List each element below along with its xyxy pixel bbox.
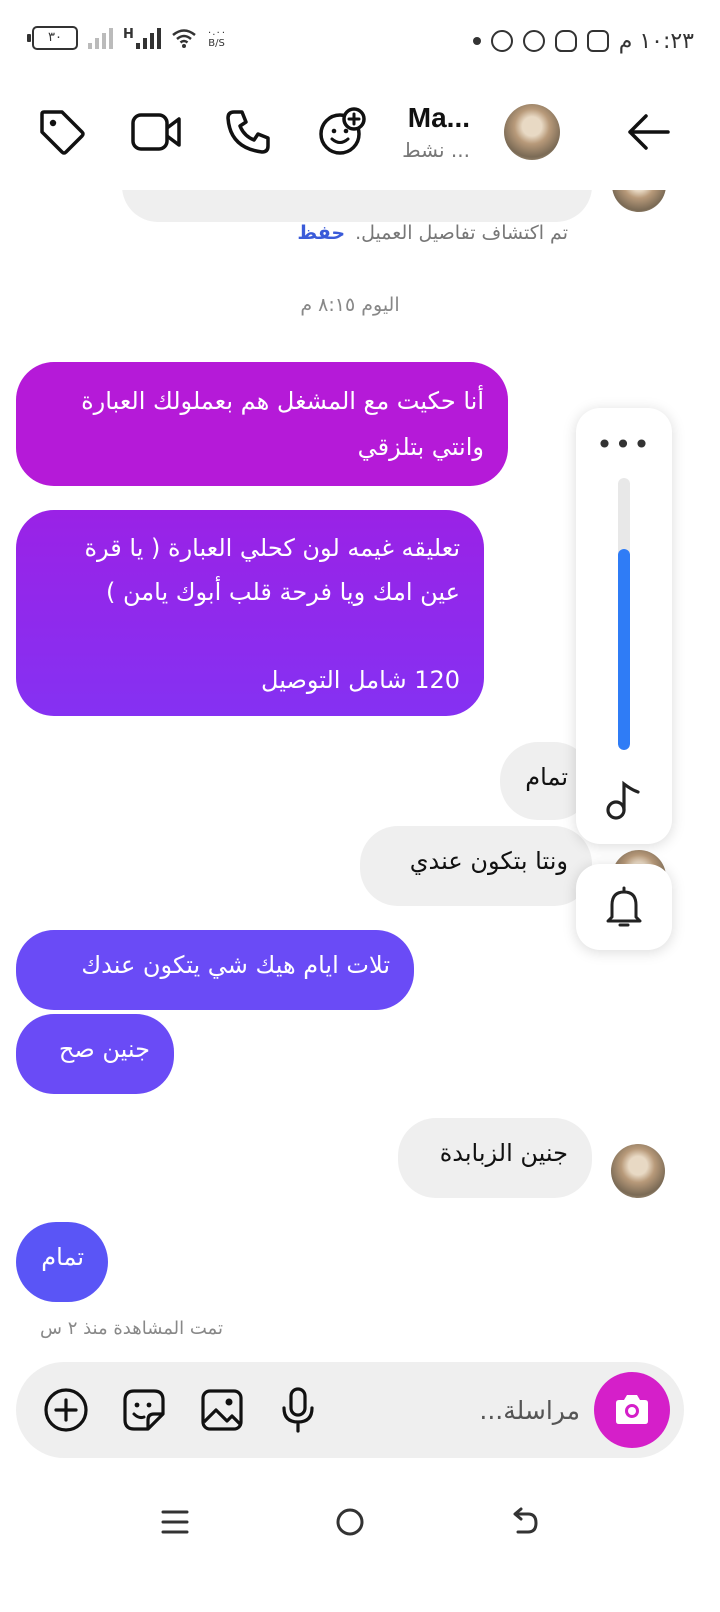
back-icon <box>513 1507 538 1534</box>
contact-avatar-small <box>611 1144 665 1198</box>
status-right: ١٠:٢٣ م <box>472 26 694 56</box>
home-button[interactable] <box>320 1500 380 1544</box>
seen-status: تمت المشاهدة منذ ٢ س <box>40 1318 223 1339</box>
chat-header: Ma... نشط ... <box>0 80 720 190</box>
video-camera-icon <box>131 113 181 151</box>
arrow-left-icon <box>628 114 670 150</box>
menu-icon <box>161 1510 189 1534</box>
sticker-icon <box>123 1389 165 1431</box>
message-input[interactable] <box>320 1384 580 1436</box>
date-separator: اليوم ٨:١٥ م <box>300 294 400 316</box>
network-type: H <box>123 27 134 42</box>
youtube-notification-icon <box>490 30 513 52</box>
message-outgoing[interactable]: تلات ايام هيك شي يتكون عندك <box>16 930 414 1010</box>
signal-sim1-icon <box>135 27 161 49</box>
battery-level: ٣٠ <box>48 30 62 45</box>
signal-sim2-icon <box>88 27 113 49</box>
network-speed-value: ٠.٠٠ <box>206 27 227 38</box>
status-left: ٣٠ H ٠.٠٠ B/S <box>27 26 226 50</box>
add-icon <box>44 1388 88 1432</box>
smiley-plus-icon <box>319 107 366 155</box>
status-bar: ٣٠ H ٠.٠٠ B/S ١٠:٢٣ م <box>0 0 720 80</box>
gallery-icon <box>201 1389 243 1431</box>
voice-call-button[interactable] <box>218 102 278 162</box>
contact-name[interactable]: Ma... <box>408 102 470 134</box>
battery-icon: ٣٠ <box>27 26 78 50</box>
sticker-button[interactable] <box>118 1384 170 1436</box>
detect-note-text: تم اكتشاف تفاصيل العميل. <box>355 222 568 244</box>
message-outgoing[interactable]: تمام <box>16 1222 108 1302</box>
network-speed: ٠.٠٠ B/S <box>207 27 226 49</box>
snapchat-notification-icon <box>554 30 577 52</box>
customer-details-note: تم اكتشاف تفاصيل العميل. حفظ <box>297 222 568 244</box>
whatsapp-notification-icon <box>522 30 545 52</box>
contact-status: نشط ... <box>402 138 470 162</box>
network-speed-unit: B/S <box>208 38 225 49</box>
message-outgoing[interactable]: أنا حكيت مع المشغل هم بعملولك العبارة وا… <box>16 362 508 486</box>
back-button[interactable] <box>618 102 678 162</box>
bell-icon <box>606 886 642 927</box>
volume-panel: ••• <box>576 408 672 844</box>
contact-avatar[interactable] <box>504 104 560 160</box>
volume-slider[interactable] <box>618 478 630 750</box>
gallery-button[interactable] <box>196 1384 248 1436</box>
camera-icon <box>616 1395 648 1424</box>
instagram-notification-icon <box>586 30 609 52</box>
message-outgoing[interactable]: تعليقه غيمه لون كحلي العبارة ( يا قرة عي… <box>16 510 484 716</box>
system-nav-bar <box>0 1480 720 1612</box>
music-note-icon[interactable] <box>602 778 646 822</box>
message-incoming[interactable]: جنين الزبابدة <box>398 1118 592 1198</box>
label-button[interactable] <box>32 102 92 162</box>
system-back-button[interactable] <box>495 1500 555 1544</box>
more-notifications-icon <box>472 37 481 45</box>
volume-more-button[interactable]: ••• <box>576 428 672 461</box>
message-incoming[interactable]: ونتا بتكون عندي <box>360 826 592 906</box>
ringer-mode-button[interactable] <box>576 864 672 950</box>
volume-level <box>618 548 630 750</box>
message-outgoing[interactable]: جنين صح <box>16 1014 174 1094</box>
message-composer <box>16 1362 684 1458</box>
camera-button[interactable] <box>594 1372 670 1448</box>
home-icon <box>336 1508 364 1536</box>
add-button[interactable] <box>40 1384 92 1436</box>
wifi-icon <box>172 29 196 48</box>
recents-button[interactable] <box>145 1500 205 1544</box>
clock: ١٠:٢٣ م <box>618 28 694 54</box>
microphone-icon <box>282 1387 314 1433</box>
voice-message-button[interactable] <box>272 1384 324 1436</box>
phone-icon <box>226 110 270 154</box>
save-link[interactable]: حفظ <box>297 222 345 244</box>
tag-icon <box>40 110 85 155</box>
add-effects-button[interactable] <box>312 102 372 162</box>
video-call-button[interactable] <box>126 102 186 162</box>
